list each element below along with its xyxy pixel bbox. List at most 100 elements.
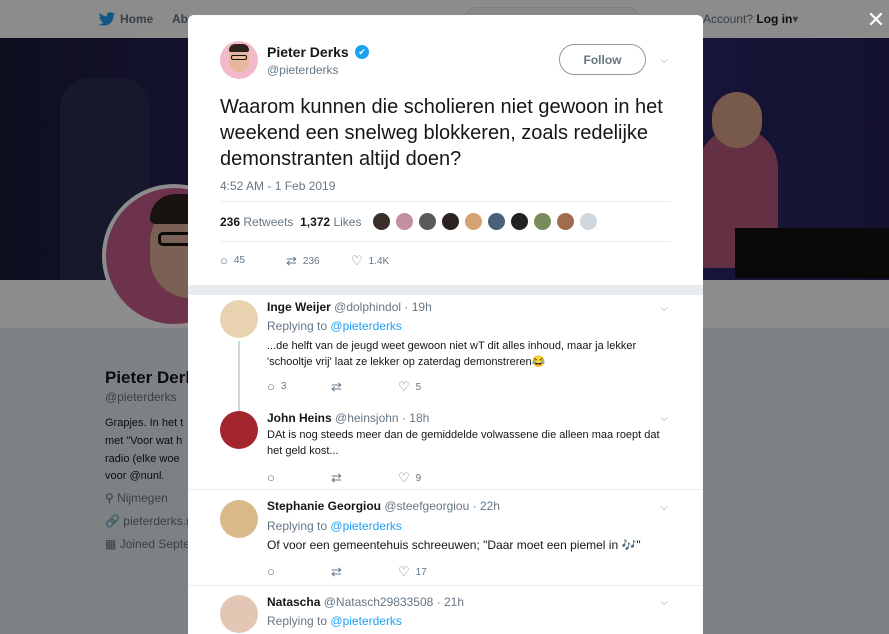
- replying-to-prefix: Replying to: [267, 319, 328, 333]
- chevron-down-icon[interactable]: ⌵: [658, 303, 670, 315]
- reply-author-handle[interactable]: @dolphindol: [334, 300, 401, 314]
- heart-icon: ♡: [351, 253, 363, 268]
- chevron-down-icon[interactable]: ⌵: [658, 55, 670, 67]
- reply-text: Of voor een gemeentehuis schreeuwen; "Da…: [267, 538, 641, 552]
- liker-avatar[interactable]: [441, 212, 460, 231]
- liker-avatar[interactable]: [372, 212, 391, 231]
- retweet-action[interactable]: ⇄ 236: [286, 253, 320, 269]
- tweet-text: Waarom kunnen die scholieren niet gewoon…: [220, 96, 663, 170]
- chevron-down-icon[interactable]: ⌵: [658, 502, 670, 514]
- reply-time[interactable]: 18h: [409, 411, 429, 425]
- reply-author-name[interactable]: Natascha: [267, 595, 320, 609]
- reply-icon: ○: [267, 379, 275, 394]
- replying-to-prefix: Replying to: [267, 614, 328, 628]
- author-avatar[interactable]: [220, 41, 258, 79]
- author-name[interactable]: Pieter Derks: [267, 44, 349, 60]
- follow-button[interactable]: Follow: [559, 44, 646, 75]
- reply-action[interactable]: ○ 3: [267, 379, 286, 394]
- retweets-count[interactable]: 236: [220, 215, 240, 229]
- retweet-action[interactable]: ⇄: [331, 379, 342, 395]
- reply-author-handle[interactable]: @steefgeorgiou: [384, 499, 469, 513]
- chevron-down-icon[interactable]: ⌵: [658, 597, 670, 609]
- retweet-count: 236: [302, 255, 320, 267]
- like-action[interactable]: ♡ 17: [398, 564, 427, 580]
- liker-avatar[interactable]: [395, 212, 414, 231]
- tweet-modal: Pieter Derks ✔ @pieterderks Follow ⌵ Waa…: [188, 15, 703, 634]
- reply-action[interactable]: ○ 45: [220, 253, 245, 268]
- retweet-action[interactable]: ⇄: [331, 470, 342, 486]
- replying-to-link[interactable]: @pieterderks: [330, 519, 402, 533]
- reply-author-name[interactable]: Stephanie Georgiou: [267, 499, 381, 513]
- reply-text: DAt is nog steeds meer dan de gemiddelde…: [267, 429, 660, 457]
- reply-author-name[interactable]: John Heins: [267, 411, 332, 425]
- reply-author-handle[interactable]: @heinsjohn: [335, 411, 399, 425]
- reply-icon: ○: [267, 470, 275, 485]
- reply-text: ...de helft van de jeugd weet gewoon nie…: [267, 340, 637, 368]
- like-count: 17: [415, 566, 427, 578]
- replying-to: Replying to @pieterderks: [267, 319, 402, 333]
- reply-count: 3: [280, 381, 287, 392]
- chevron-down-icon[interactable]: ⌵: [658, 413, 670, 425]
- reply-author-name[interactable]: Inge Weijer: [267, 300, 331, 314]
- reply-icon: ○: [267, 564, 275, 579]
- liker-avatar[interactable]: [533, 212, 552, 231]
- reply-avatar[interactable]: [220, 411, 258, 449]
- retweets-label[interactable]: Retweets: [243, 215, 293, 229]
- reply-separator-dot: ·: [472, 499, 477, 513]
- retweet-action[interactable]: ⇄: [331, 564, 342, 580]
- thread-line: [238, 341, 240, 421]
- divider: [188, 489, 703, 490]
- retweet-icon: ⇄: [331, 470, 342, 485]
- reply-header: John Heins @heinsjohn · 18h: [267, 411, 429, 425]
- reply-avatar[interactable]: [220, 300, 258, 338]
- divider: [188, 585, 703, 586]
- liker-avatar[interactable]: [418, 212, 437, 231]
- reply-separator-dot: ·: [401, 411, 406, 425]
- close-icon[interactable]: ✕: [866, 9, 886, 31]
- reply-avatar[interactable]: [220, 595, 258, 633]
- divider: [220, 201, 671, 202]
- like-action[interactable]: ♡ 9: [398, 470, 421, 486]
- tweet-stats: 236 Retweets 1,372 Likes: [220, 215, 361, 229]
- like-count: 5: [415, 381, 422, 393]
- reply-icon: ○: [220, 253, 228, 268]
- verified-badge-icon: ✔: [355, 45, 369, 59]
- reply-time[interactable]: 21h: [444, 595, 464, 609]
- replying-to: Replying to @pieterderks: [267, 519, 402, 533]
- liker-avatar[interactable]: [510, 212, 529, 231]
- liker-avatar[interactable]: [487, 212, 506, 231]
- reply-action[interactable]: ○: [267, 470, 275, 485]
- reply-time[interactable]: 19h: [412, 300, 432, 314]
- heart-icon: ♡: [398, 564, 410, 579]
- reply-header: Natascha @Natasch29833508 · 21h: [267, 595, 464, 609]
- retweet-icon: ⇄: [331, 379, 342, 394]
- like-action[interactable]: ♡ 1.4K: [351, 253, 389, 269]
- retweet-icon: ⇄: [286, 253, 297, 268]
- reply-separator-dot: ·: [436, 595, 441, 609]
- replying-to-prefix: Replying to: [267, 519, 328, 533]
- like-action[interactable]: ♡ 5: [398, 379, 421, 395]
- divider: [220, 241, 671, 242]
- liker-avatar[interactable]: [464, 212, 483, 231]
- reply-time[interactable]: 22h: [480, 499, 500, 513]
- replying-to: Replying to @pieterderks: [267, 614, 402, 628]
- reply-author-handle[interactable]: @Natasch29833508: [324, 595, 434, 609]
- reply-avatar[interactable]: [220, 500, 258, 538]
- liker-avatar[interactable]: [579, 212, 598, 231]
- retweet-icon: ⇄: [331, 564, 342, 579]
- replies-separator: [188, 285, 703, 295]
- reply-header: Stephanie Georgiou @steefgeorgiou · 22h: [267, 499, 500, 513]
- replying-to-link[interactable]: @pieterderks: [330, 614, 402, 628]
- replying-to-link[interactable]: @pieterderks: [330, 319, 402, 333]
- reply-count: 45: [233, 255, 245, 266]
- like-count: 1.4K: [368, 255, 390, 267]
- liker-avatar[interactable]: [556, 212, 575, 231]
- reply-separator-dot: ·: [404, 300, 409, 314]
- author-handle[interactable]: @pieterderks: [267, 63, 339, 77]
- reply-action[interactable]: ○: [267, 564, 275, 579]
- tweet-timestamp[interactable]: 4:52 AM - 1 Feb 2019: [220, 179, 335, 193]
- author-avatar-hair: [229, 44, 249, 52]
- like-count: 9: [415, 472, 422, 484]
- likes-count[interactable]: 1,372: [300, 215, 330, 229]
- likes-label[interactable]: Likes: [333, 215, 361, 229]
